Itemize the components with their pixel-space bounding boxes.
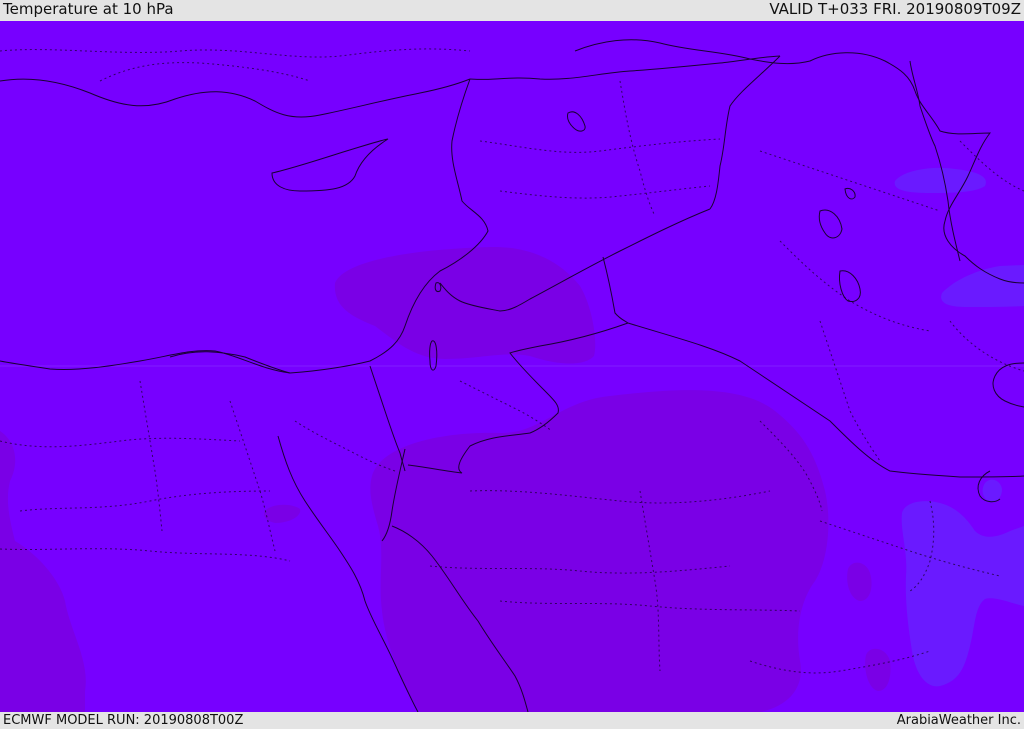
valid-time-label: VALID T+033 FRI. 20190809T09Z xyxy=(769,0,1021,18)
footer-bar: ECMWF MODEL RUN: 20190808T00Z ArabiaWeat… xyxy=(0,712,1024,729)
map-title: Temperature at 10 hPa xyxy=(3,0,174,18)
credit-label: ArabiaWeather Inc. xyxy=(896,713,1021,728)
model-run-label: ECMWF MODEL RUN: 20190808T00Z xyxy=(3,713,244,728)
map-canvas[interactable] xyxy=(0,21,1024,712)
weather-map xyxy=(0,21,1024,712)
header-bar: Temperature at 10 hPa VALID T+033 FRI. 2… xyxy=(0,0,1024,21)
